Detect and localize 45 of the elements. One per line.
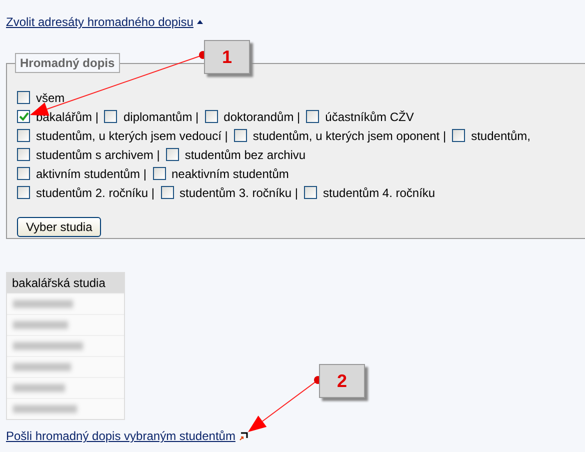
send-link[interactable]: Pošli hromadný dopis vybraným studentům [6,429,236,443]
blurred-name [13,363,71,371]
checkbox-label: studentům 3. ročníku | [180,186,298,200]
checkbox[interactable] [17,91,30,104]
checkbox-label: neaktivním studentům [172,166,289,180]
checkbox[interactable] [452,129,466,142]
checkbox[interactable] [152,167,166,180]
blurred-name [13,384,65,392]
checkbox[interactable] [204,110,218,123]
checkbox[interactable] [17,148,30,161]
checkbox-label: aktivním studentům | [36,166,146,180]
toggle-link[interactable]: Zvolit adresáty hromadného dopisu [6,15,194,29]
blurred-name [13,300,73,308]
checkbox[interactable] [17,129,30,142]
callout-badge: 2 [319,364,365,398]
checkbox-label: studentům, [471,128,530,142]
blurred-name [13,321,68,329]
checkbox-label: účastníkům CŽV [325,110,414,124]
checkbox[interactable] [304,186,318,199]
checkbox-label: studentům, u kterých jsem oponent | [252,128,446,142]
checkbox-label: studentům 4. ročníku [323,186,436,200]
checkbox-label: studentům bez archivu [184,148,306,162]
checkbox-label: všem [36,90,65,104]
callout-badge: 1 [204,40,250,74]
table-header: bakalářská studia [7,273,124,293]
panel-legend: Hromadný dopis [15,53,120,73]
checkbox[interactable] [160,186,174,199]
checkbox-label: studentům 2. ročníku | [36,186,155,200]
checkbox-label: bakalářům | [36,110,98,124]
select-studies-button[interactable]: Vyber studia [17,217,102,237]
checkbox-label: diplomantům | [123,110,199,124]
checkbox-label: studentům s archivem | [36,148,160,162]
popup-window-icon[interactable] [239,432,248,440]
checkbox[interactable] [234,129,247,142]
checkbox-label: doktorandům | [224,110,300,124]
checkbox[interactable] [17,167,30,180]
checkbox[interactable] [17,110,30,123]
checkbox-label: studentům, u kterých jsem vedoucí | [36,128,228,142]
caret-up-icon[interactable] [197,20,204,24]
blurred-name [13,405,77,413]
blurred-name [13,342,83,350]
checkbox[interactable] [17,186,30,199]
checkbox[interactable] [104,110,118,123]
checkbox[interactable] [306,110,320,123]
checkbox[interactable] [166,148,179,161]
